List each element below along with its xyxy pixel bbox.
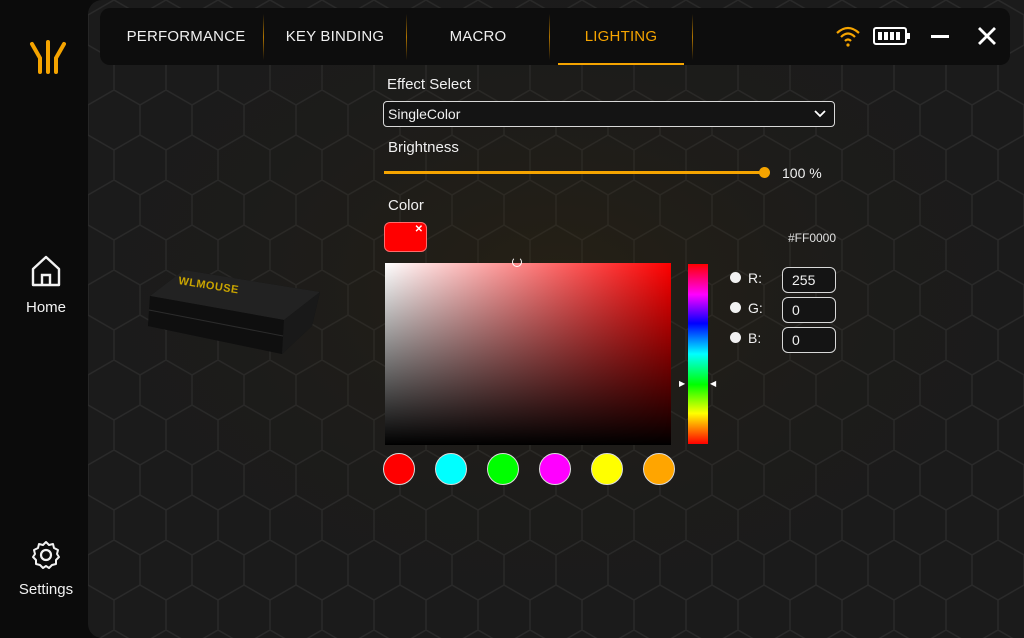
effect-select-value: SingleColor bbox=[388, 106, 461, 122]
saturation-value-picker[interactable] bbox=[385, 263, 671, 445]
sidebar-item-label: Settings bbox=[18, 581, 74, 598]
tab-performance[interactable]: PERFORMANCE bbox=[114, 8, 258, 65]
r-label: R: bbox=[748, 270, 762, 286]
b-input[interactable]: 0 bbox=[782, 327, 836, 353]
g-input[interactable]: 0 bbox=[782, 297, 836, 323]
main-panel: PERFORMANCE KEY BINDING MACRO LIGHTING W… bbox=[88, 0, 1024, 638]
swatch-close-icon[interactable]: ✕ bbox=[415, 224, 423, 235]
gear-icon bbox=[32, 541, 60, 569]
preset-color-4[interactable] bbox=[539, 453, 571, 485]
radio-g[interactable] bbox=[730, 302, 741, 313]
brightness-value: 100 % bbox=[782, 165, 822, 181]
brightness-slider-track[interactable] bbox=[384, 171, 764, 174]
preset-color-1[interactable] bbox=[383, 453, 415, 485]
minimize-icon[interactable] bbox=[930, 28, 950, 44]
hue-arrow-right-icon[interactable]: ◀ bbox=[710, 379, 716, 388]
effect-select-label: Effect Select bbox=[387, 76, 471, 93]
brand-logo bbox=[30, 40, 66, 74]
preset-color-5[interactable] bbox=[591, 453, 623, 485]
tab-macro[interactable]: MACRO bbox=[407, 8, 549, 65]
b-label: B: bbox=[748, 330, 762, 346]
hue-arrow-left-icon[interactable]: ▶ bbox=[679, 379, 685, 388]
preset-color-6[interactable] bbox=[643, 453, 675, 485]
current-color-swatch[interactable]: ✕ bbox=[384, 222, 427, 252]
brightness-slider-thumb[interactable] bbox=[759, 167, 770, 178]
wifi-icon bbox=[836, 26, 860, 47]
hex-color-value: #FF0000 bbox=[788, 231, 837, 245]
tab-lighting[interactable]: LIGHTING bbox=[550, 8, 692, 65]
tab-key-binding[interactable]: KEY BINDING bbox=[264, 8, 406, 65]
close-icon[interactable] bbox=[977, 26, 997, 46]
color-label: Color bbox=[388, 197, 424, 214]
radio-b[interactable] bbox=[730, 332, 741, 343]
brightness-label: Brightness bbox=[388, 139, 459, 156]
sidebar-item-home[interactable]: Home bbox=[0, 254, 92, 316]
device-receiver-image: WLMOUSE bbox=[148, 270, 320, 354]
radio-r[interactable] bbox=[730, 272, 741, 283]
hue-slider[interactable] bbox=[688, 264, 708, 444]
sidebar-item-settings[interactable]: Settings bbox=[0, 540, 92, 598]
preset-color-2[interactable] bbox=[435, 453, 467, 485]
r-input[interactable]: 255 bbox=[782, 267, 836, 293]
home-icon bbox=[31, 255, 61, 287]
effect-select-dropdown[interactable]: SingleColor bbox=[383, 101, 835, 127]
chevron-down-icon bbox=[814, 110, 826, 118]
sidebar-item-label: Home bbox=[25, 299, 66, 316]
picker-handle[interactable] bbox=[512, 257, 522, 267]
tab-divider bbox=[692, 14, 693, 60]
top-tab-bar: PERFORMANCE KEY BINDING MACRO LIGHTING bbox=[100, 8, 1010, 65]
battery-icon bbox=[873, 27, 910, 45]
sidebar: Home Settings bbox=[0, 0, 92, 638]
g-label: G: bbox=[748, 300, 763, 316]
preset-color-3[interactable] bbox=[487, 453, 519, 485]
